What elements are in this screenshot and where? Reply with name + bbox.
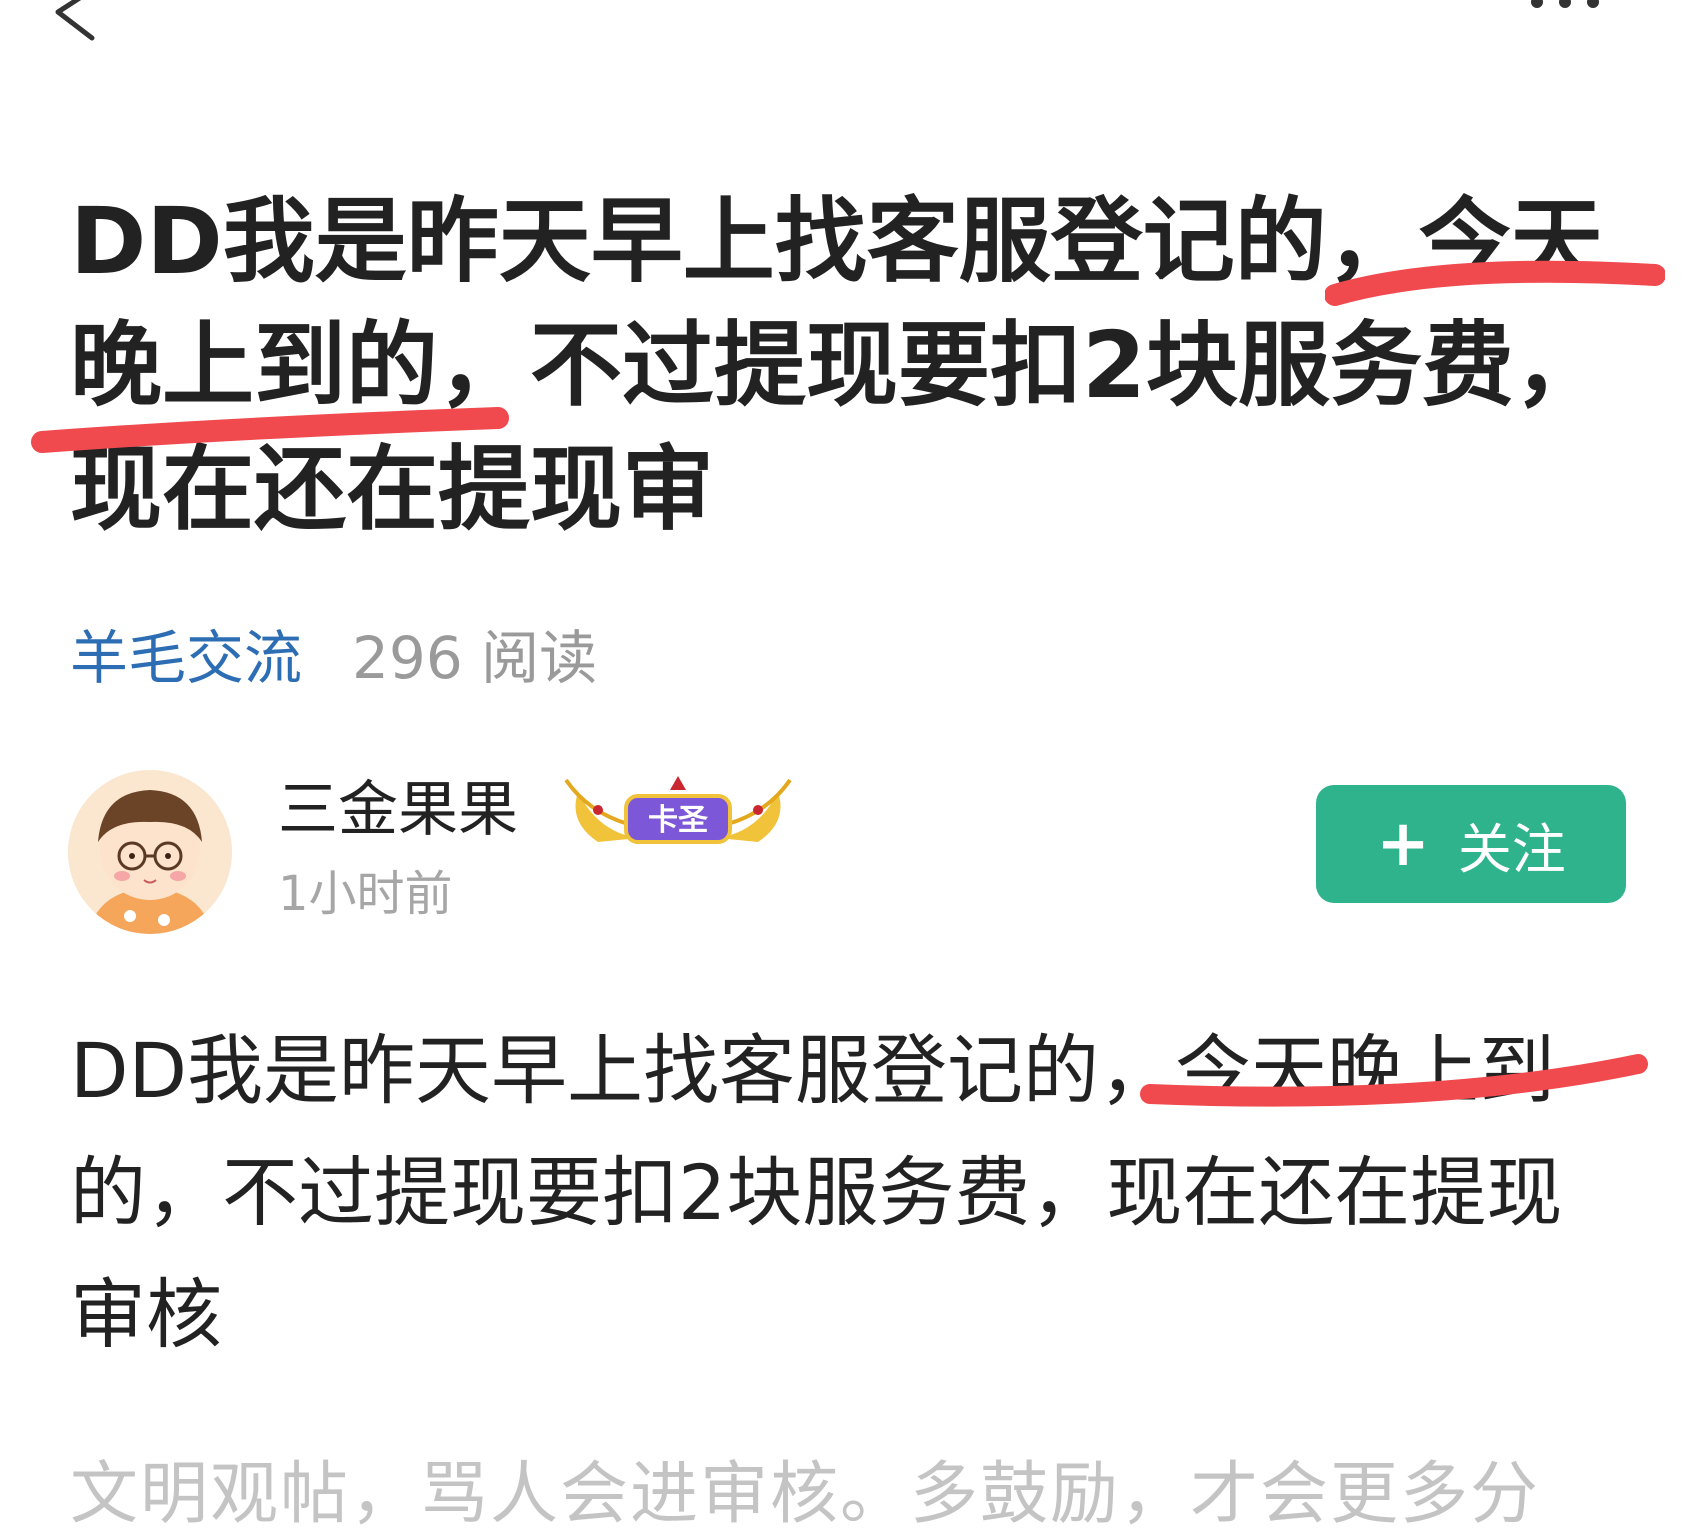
comment-guideline: 文明观帖，骂人会进审核。多鼓励，才会更多分 <box>70 1455 1541 1534</box>
avatar-image <box>68 770 232 934</box>
chevron-left-icon[interactable] <box>50 0 110 50</box>
top-navigation-bar <box>0 0 1688 60</box>
post-body: DD我是昨天早上找客服登记的，今天晚上到的，不过提现要扣2块服务费，现在还在提现… <box>70 1026 1563 1359</box>
avatar[interactable] <box>68 770 232 934</box>
category-link[interactable]: 羊毛交流 <box>70 611 302 695</box>
more-dots-icon[interactable] <box>1525 0 1605 22</box>
post-time: 1小时前 <box>278 866 453 922</box>
plus-icon: + <box>1376 807 1430 881</box>
post-meta: 羊毛交流 296 阅读 <box>70 618 597 692</box>
badge-label: 卡圣 <box>648 803 709 838</box>
post-title: DD我是昨天早上找客服登记的，今天晚上到的，不过提现要扣2块服务费，现在还在提现… <box>70 188 1607 543</box>
author-name[interactable]: 三金果果 <box>278 770 518 850</box>
author-row: 三金果果 卡圣 1小时前 + 关注 <box>68 770 1628 940</box>
follow-button[interactable]: + 关注 <box>1316 785 1626 903</box>
level-badge: 卡圣 <box>564 776 792 844</box>
read-count: 296 阅读 <box>352 624 598 692</box>
follow-label: 关注 <box>1457 817 1566 881</box>
